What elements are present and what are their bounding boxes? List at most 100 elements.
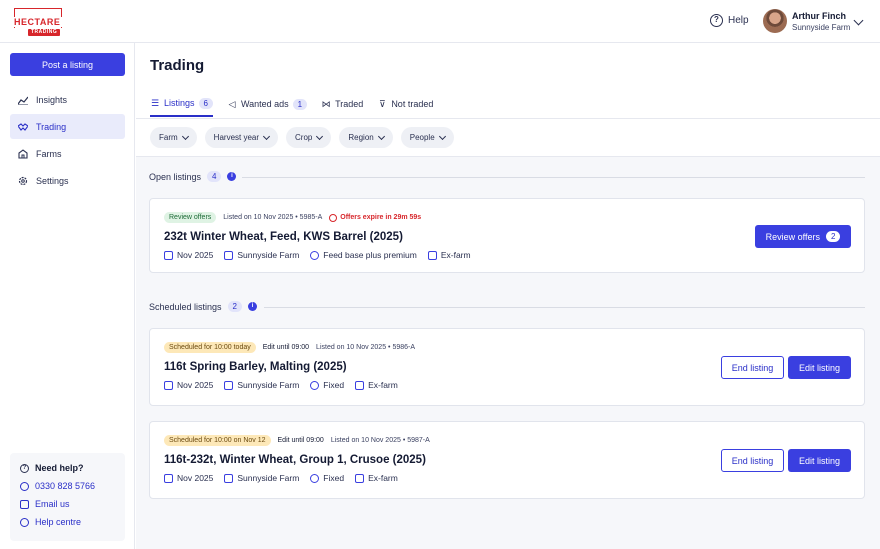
offers-expire: Offers expire in 29m 59s (329, 213, 421, 222)
user-name: Arthur Finch (792, 10, 846, 21)
listing-title: 116t-232t, Winter Wheat, Group 1, Crusoe… (164, 454, 426, 466)
listing-meta: Listed on 10 Nov 2025 • 5987-A (330, 437, 430, 444)
avatar (763, 9, 787, 33)
sidebar-item-label: Settings (36, 175, 69, 186)
chevron-down-icon (316, 132, 324, 140)
open-listings-header: Open listings 4 i (149, 171, 237, 182)
question-icon: ? (710, 14, 723, 27)
megaphone-icon: ◁ (228, 98, 236, 109)
filter-farm[interactable]: Farm (150, 127, 197, 148)
chevron-down-icon (181, 132, 189, 140)
listings-area: Open listings 4 i Review offers Listed o… (136, 157, 880, 549)
tab-wanted-ads[interactable]: ◁ Wanted ads 1 (227, 95, 308, 117)
calendar-icon (164, 473, 173, 483)
chevron-down-icon (262, 132, 271, 140)
sidebar-item-settings[interactable]: Settings (10, 168, 125, 193)
main-content: Trading ☰ Listings 6 ◁ Wanted ads 1 ⋈ Tr… (136, 43, 880, 549)
listing-card[interactable]: Scheduled for 10:00 today Edit until 09:… (149, 328, 865, 406)
edit-until: Edit until 09:00 (277, 437, 324, 444)
price-icon (310, 473, 320, 483)
listing-title: 232t Winter Wheat, Feed, KWS Barrel (202… (164, 231, 403, 243)
farm-icon (224, 473, 234, 483)
post-listing-button[interactable]: Post a listing (10, 53, 125, 76)
section-count: 4 (207, 171, 222, 182)
listing-card[interactable]: Review offers Listed on 10 Nov 2025 • 59… (149, 198, 865, 273)
tab-traded[interactable]: ⋈ Traded (321, 95, 364, 117)
tabs-divider (136, 118, 880, 119)
chevron-down-icon[interactable] (853, 15, 864, 26)
page-title: Trading (150, 57, 205, 74)
chart-line-icon (18, 96, 28, 105)
phone-icon (20, 481, 29, 491)
user-menu[interactable]: Arthur Finch Sunnyside Farm (763, 9, 850, 33)
help-link[interactable]: ? Help (710, 14, 749, 27)
offers-count: 2 (825, 231, 841, 242)
farm-icon (224, 380, 234, 390)
info-icon[interactable]: i (227, 172, 237, 181)
sidebar-item-label: Insights (36, 94, 68, 105)
farm-icon (18, 148, 28, 159)
listing-meta: Listed on 10 Nov 2025 • 5986-A (316, 344, 416, 351)
sidebar-item-farms[interactable]: Farms (10, 141, 125, 166)
mail-icon (20, 499, 29, 509)
logo-subtext: TRADING (28, 29, 61, 36)
farm-icon (224, 250, 234, 260)
tab-count: 6 (198, 97, 213, 109)
scheduled-listings-header: Scheduled listings 2 i (149, 301, 257, 312)
help-label: Help (728, 15, 749, 26)
filter-region[interactable]: Region (339, 127, 393, 148)
section-divider (242, 177, 865, 178)
tab-not-traded[interactable]: ⊽ Not traded (377, 95, 433, 117)
help-panel-title: ? Need help? (20, 463, 115, 473)
delivery-icon (355, 473, 365, 483)
sidebar-item-trading[interactable]: Trading (10, 114, 125, 139)
lifebuoy-icon (20, 517, 29, 527)
tab-count: 1 (292, 98, 308, 110)
handshake-icon (18, 122, 28, 131)
listing-title: 116t Spring Barley, Malting (2025) (164, 361, 347, 373)
gear-icon (18, 176, 28, 185)
end-listing-button[interactable]: End listing (721, 356, 784, 379)
edit-listing-button[interactable]: Edit listing (788, 449, 851, 472)
info-icon[interactable]: i (248, 302, 257, 311)
thumbs-down-icon: ⊽ (379, 98, 386, 109)
listing-card[interactable]: Scheduled for 10:00 on Nov 12 Edit until… (149, 421, 865, 499)
hectare-logo[interactable]: HECTARE TRADING (14, 8, 64, 36)
chevron-down-icon (377, 132, 385, 140)
end-listing-button[interactable]: End listing (721, 449, 784, 472)
price-icon (310, 250, 320, 260)
delivery-icon (427, 250, 437, 260)
logo-text: HECTARE (14, 17, 63, 27)
tab-listings[interactable]: ☰ Listings 6 (150, 95, 213, 117)
calendar-icon (164, 380, 173, 390)
list-icon: ☰ (150, 97, 160, 108)
sidebar-item-insights[interactable]: Insights (10, 87, 125, 112)
top-bar: HECTARE TRADING ? Help Arthur Finch Sunn… (0, 0, 880, 43)
review-offers-button[interactable]: Review offers 2 (755, 225, 851, 248)
status-badge: Review offers (164, 212, 217, 223)
email-link[interactable]: Email us (20, 499, 115, 509)
help-panel: ? Need help? 0330 828 5766 Email us Help… (10, 453, 125, 541)
sidebar-item-label: Farms (36, 148, 62, 159)
status-badge: Scheduled for 10:00 today (164, 342, 256, 353)
phone-link[interactable]: 0330 828 5766 (20, 481, 115, 491)
section-count: 2 (227, 301, 242, 312)
filter-crop[interactable]: Crop (286, 127, 332, 148)
clock-icon (329, 213, 338, 222)
chevron-down-icon (438, 132, 446, 140)
help-centre-link[interactable]: Help centre (20, 517, 115, 527)
filter-people[interactable]: People (400, 127, 454, 148)
sidebar: Post a listing Insights Trading Farms Se… (0, 43, 135, 549)
question-icon: ? (20, 463, 29, 473)
user-farm: Sunnyside Farm (792, 22, 851, 32)
calendar-icon (164, 250, 173, 260)
filter-harvest-year[interactable]: Harvest year (204, 127, 279, 148)
section-divider (264, 307, 865, 308)
handshake-icon: ⋈ (321, 98, 331, 109)
price-icon (310, 380, 320, 390)
edit-listing-button[interactable]: Edit listing (788, 356, 851, 379)
tab-bar: ☰ Listings 6 ◁ Wanted ads 1 ⋈ Traded ⊽ N… (150, 95, 433, 117)
edit-until: Edit until 09:00 (262, 344, 310, 351)
sidebar-item-label: Trading (36, 121, 67, 132)
status-badge: Scheduled for 10:00 on Nov 12 (164, 435, 271, 446)
